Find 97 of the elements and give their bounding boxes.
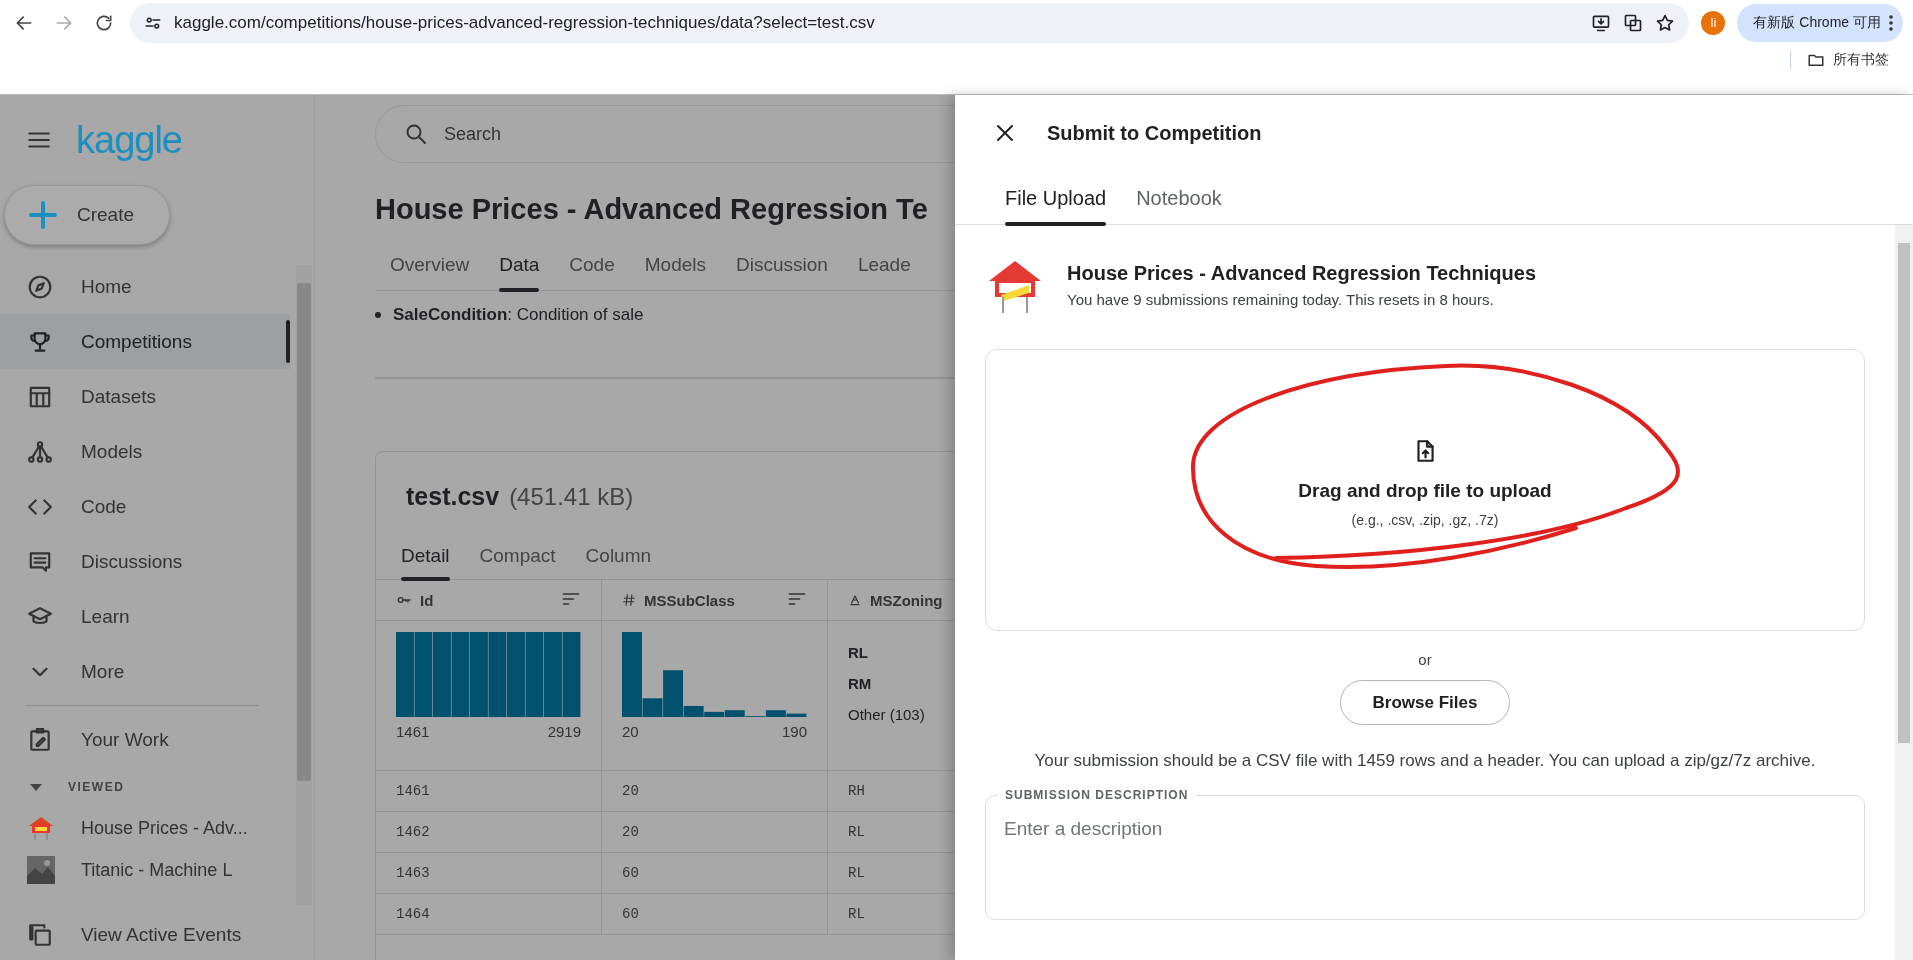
min-value: 1461	[396, 723, 430, 740]
nav-item[interactable]: Code	[0, 479, 290, 534]
nav-label: Code	[81, 495, 127, 518]
reload-icon	[94, 12, 114, 33]
clipboard-pencil-icon	[27, 726, 53, 753]
tab[interactable]: Data	[484, 244, 555, 290]
competition-title: House Prices - Advanced Regression Te	[375, 193, 929, 226]
category-label: RL	[848, 644, 869, 661]
update-chrome-button[interactable]: 有新版 Chrome 可用	[1737, 3, 1903, 42]
tab[interactable]: Discussion	[721, 244, 843, 290]
plus-icon	[27, 199, 59, 231]
nav-label: View Active Events	[81, 924, 242, 946]
nav-item[interactable]: Datasets	[0, 369, 290, 424]
nav-label: More	[81, 660, 125, 683]
table-cell: 20	[622, 824, 639, 840]
file-types-hint: (e.g., .csv, .zip, .gz, .7z)	[1351, 512, 1499, 528]
house-sign-icon	[27, 814, 55, 842]
column-header[interactable]: Id	[376, 580, 602, 621]
tab[interactable]: Models	[629, 244, 721, 290]
nav-label: Discussions	[81, 550, 183, 573]
search-icon	[404, 122, 428, 146]
max-value: 190	[781, 723, 807, 740]
drop-zone[interactable]: Drag and drop file to upload (e.g., .csv, .zip, .gz, .7z)	[985, 349, 1865, 631]
table-cell: RH	[848, 783, 865, 799]
scrollbar[interactable]	[1895, 225, 1913, 960]
viewed-section-header[interactable]: VIEWED	[0, 767, 314, 807]
min-value: 20	[622, 723, 639, 740]
nav-label: Home	[81, 275, 132, 298]
nav-item[interactable]: Discussions	[0, 534, 290, 589]
table-cell: 1463	[396, 865, 430, 881]
nav-item[interactable]: Your Work	[0, 712, 290, 767]
submission-status: You have 9 submissions remaining today. This resets in 8 hours.	[1067, 291, 1495, 308]
table-cell: 60	[622, 906, 639, 922]
view-tab[interactable]: Compact	[464, 535, 571, 579]
tab[interactable]: File Upload	[990, 179, 1122, 224]
submission-requirements: Your submission should be a CSV file with 1459 rows and a header. You can upload a zip/gz/7z archive.	[1033, 751, 1817, 771]
nav-label: Learn	[81, 605, 130, 628]
nav-item[interactable]: Learn	[0, 589, 290, 644]
url-text: kaggle.com/competitions/house-prices-advanced-regression-techniques/data?select=test.csv	[174, 12, 876, 33]
table-cell: 1462	[396, 824, 430, 840]
viewed-label: Titanic - Machine L	[81, 859, 233, 881]
table-cell: RL	[848, 906, 865, 922]
category-label: Other (103)	[848, 706, 926, 723]
bookmarks-folder[interactable]: 所有书签	[1801, 50, 1895, 70]
viewed-item[interactable]: Titanic - Machine L	[0, 849, 314, 891]
column-header[interactable]: MSSubClass	[601, 580, 828, 621]
tab[interactable]: Code	[554, 244, 630, 290]
search-field[interactable]: Search	[375, 105, 955, 163]
or-separator: or	[1417, 651, 1433, 668]
scroll-thumb[interactable]	[1898, 243, 1910, 743]
star-icon	[1655, 12, 1676, 33]
hash-icon	[622, 593, 636, 607]
scrollbar[interactable]	[296, 265, 312, 905]
nav-label: Your Work	[81, 728, 169, 751]
address-bar[interactable]: kaggle.com/competitions/house-prices-advanced-regression-techniques/data?select=test.csv	[130, 2, 1690, 43]
panel-title: Submit to Competition	[1047, 121, 1262, 145]
caret-icon	[30, 783, 42, 791]
category-label: RM	[848, 675, 873, 692]
nav-item[interactable]: Competitions	[0, 314, 290, 369]
nav-label: Competitions	[81, 330, 192, 353]
nav-label: Models	[81, 440, 143, 463]
max-value: 2919	[547, 723, 581, 740]
table-cell: RL	[848, 865, 865, 881]
compass-icon	[27, 273, 53, 300]
view-tab[interactable]: Column	[570, 535, 667, 579]
table-cell: 60	[622, 865, 639, 881]
table-cell: 20	[622, 783, 639, 799]
competition-name: House Prices - Advanced Regression Techniques	[1067, 262, 1537, 285]
file-name: test.csv	[406, 482, 500, 511]
create-button[interactable]: Create	[4, 185, 170, 245]
tab[interactable]: Overview	[375, 244, 485, 290]
profile-avatar[interactable]: li	[1701, 10, 1726, 35]
section-label: VIEWED	[68, 780, 125, 794]
table-cell: RL	[848, 824, 865, 840]
tab[interactable]: Leade	[842, 244, 926, 290]
file-size: (451.41 kB)	[509, 483, 634, 511]
nav-label: Datasets	[81, 385, 156, 408]
nav-item[interactable]: Home	[0, 259, 290, 314]
browse-files-button[interactable]: Browse Files	[1340, 680, 1510, 725]
text-type-icon	[848, 593, 862, 607]
more-vertical-icon	[1889, 14, 1893, 31]
translate-icon	[1623, 12, 1644, 33]
viewed-label: House Prices - Adv...	[81, 817, 248, 839]
nav-item[interactable]: More	[0, 644, 290, 699]
view-tab[interactable]: Detail	[386, 535, 465, 579]
table-cell: 1464	[396, 906, 430, 922]
nav-item[interactable]: Models	[0, 424, 290, 479]
nodes-icon	[27, 438, 53, 465]
column-description: SaleCondition: Condition of sale	[393, 305, 644, 325]
copy-stack-icon	[27, 922, 53, 948]
search-placeholder: Search	[444, 123, 502, 145]
drop-title: Drag and drop file to upload	[1298, 480, 1552, 502]
table-cell: 1461	[396, 783, 430, 799]
tab[interactable]: Notebook	[1121, 179, 1237, 224]
scroll-thumb[interactable]	[297, 283, 311, 781]
bullet-icon	[375, 312, 381, 318]
viewed-item[interactable]: House Prices - Adv...	[0, 807, 314, 849]
